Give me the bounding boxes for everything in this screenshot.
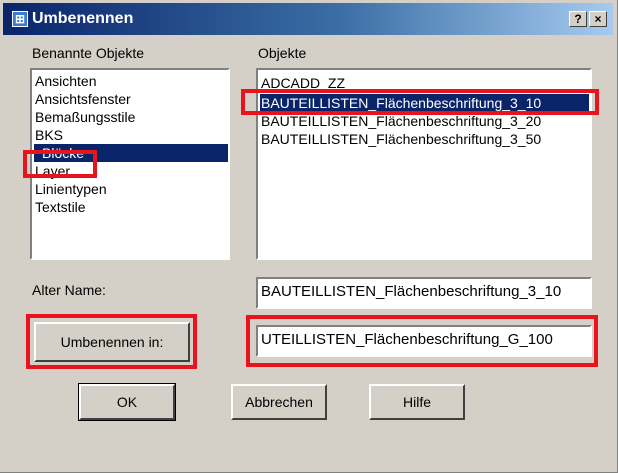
old-name-field: BAUTEILLISTEN_Flächenbeschriftung_3_10 bbox=[256, 277, 592, 309]
help-button[interactable]: Hilfe bbox=[369, 384, 465, 420]
close-button[interactable]: × bbox=[589, 11, 607, 27]
rename-dialog: ⊞ Umbenennen ? × Benannte Objekte Ansich… bbox=[0, 0, 618, 473]
list-item-bloecke[interactable]: Blöcke bbox=[34, 144, 228, 162]
objects-label: Objekte bbox=[258, 45, 307, 61]
list-item-ansichtsfenster[interactable]: Ansichtsfenster bbox=[34, 90, 131, 108]
ok-button[interactable]: OK bbox=[78, 383, 176, 421]
list-item-textstile[interactable]: Textstile bbox=[34, 198, 86, 216]
cancel-button[interactable]: Abbrechen bbox=[231, 384, 327, 420]
objects-list[interactable]: ADCADD_ZZ BAUTEILLISTEN_Flächenbeschrift… bbox=[256, 68, 592, 260]
window-title: Umbenennen bbox=[32, 10, 134, 27]
list-item-bauteillisten-3-10[interactable]: BAUTEILLISTEN_Flächenbeschriftung_3_10 bbox=[260, 94, 589, 112]
list-item-bauteillisten-3-20[interactable]: BAUTEILLISTEN_Flächenbeschriftung_3_20 bbox=[260, 112, 541, 130]
rename-to-input[interactable]: UTEILLISTEN_Flächenbeschriftung_G_100 bbox=[256, 325, 592, 357]
title-bar[interactable]: ⊞ Umbenennen ? × bbox=[3, 3, 613, 35]
named-objects-label: Benannte Objekte bbox=[32, 45, 145, 61]
list-item-ansichten[interactable]: Ansichten bbox=[34, 72, 96, 90]
rename-to-button[interactable]: Umbenennen in: bbox=[34, 322, 190, 362]
list-item-layer[interactable]: Layer bbox=[34, 162, 70, 180]
list-item-bauteillisten-3-50[interactable]: BAUTEILLISTEN_Flächenbeschriftung_3_50 bbox=[260, 130, 541, 148]
help-question-button[interactable]: ? bbox=[569, 11, 587, 27]
list-item-adcadd-zz[interactable]: ADCADD_ZZ bbox=[260, 74, 345, 92]
old-name-label: Alter Name: bbox=[32, 282, 106, 298]
list-item-linientypen[interactable]: Linientypen bbox=[34, 180, 107, 198]
named-objects-list[interactable]: Ansichten Ansichtsfenster Bemaßungsstile… bbox=[30, 68, 230, 260]
window-icon: ⊞ bbox=[12, 11, 28, 27]
list-item-bemassungsstile[interactable]: Bemaßungsstile bbox=[34, 108, 135, 126]
list-item-bks[interactable]: BKS bbox=[34, 126, 63, 144]
